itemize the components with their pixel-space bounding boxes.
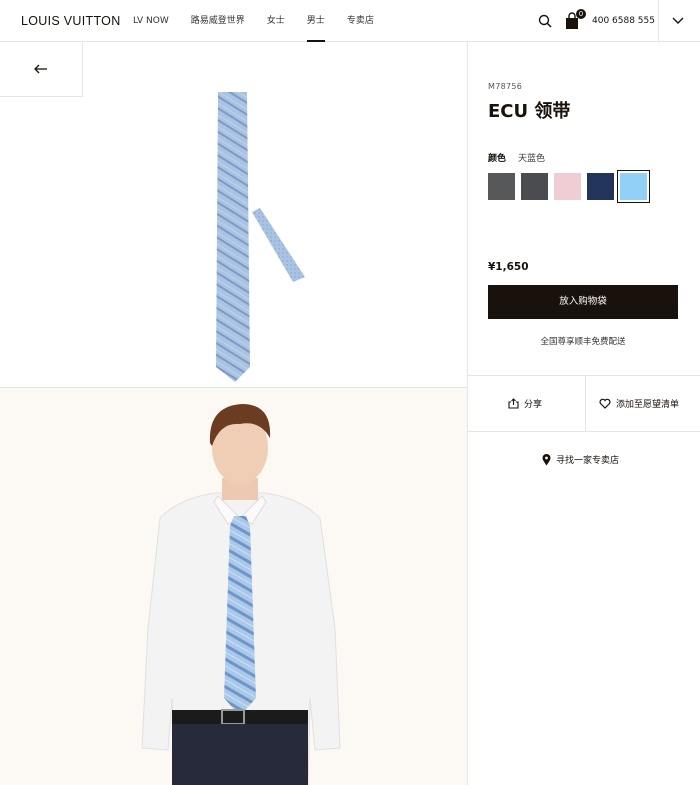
nav-men[interactable]: 男士 bbox=[306, 0, 325, 42]
divider bbox=[467, 375, 700, 376]
model-wearing-tie-image bbox=[141, 404, 341, 785]
find-store-label: 寻找一家专卖店 bbox=[556, 456, 620, 466]
color-swatches bbox=[488, 170, 653, 203]
site-header: LOUIS VUITTON LV NOW 路易威登世界 女士 男士 专卖店 0 … bbox=[0, 0, 700, 42]
swatch-grey[interactable] bbox=[488, 173, 515, 200]
product-sku: M78756 bbox=[488, 82, 523, 91]
brand-logo[interactable]: LOUIS VUITTON bbox=[21, 14, 121, 28]
search-icon[interactable] bbox=[538, 14, 552, 28]
share-icon bbox=[508, 398, 519, 409]
product-title: ECU 领带 bbox=[488, 101, 571, 122]
tie-image bbox=[216, 92, 305, 382]
header-divider bbox=[658, 0, 659, 42]
color-label: 颜色 bbox=[488, 154, 507, 164]
add-to-bag-button[interactable]: 放入购物袋 bbox=[488, 285, 678, 319]
share-label: 分享 bbox=[524, 400, 543, 410]
nav-women[interactable]: 女士 bbox=[267, 0, 285, 42]
shipping-note: 全国尊享顺丰免费配送 bbox=[540, 337, 626, 347]
panel-divider bbox=[467, 42, 468, 785]
bag-count-badge: 0 bbox=[576, 9, 586, 19]
divider bbox=[467, 431, 700, 432]
wishlist-label: 添加至愿望清单 bbox=[616, 400, 680, 410]
swatch-sky-blue[interactable] bbox=[617, 170, 650, 203]
swatch-pink[interactable] bbox=[554, 173, 581, 200]
location-pin-icon bbox=[542, 453, 551, 465]
nav-world-of-lv[interactable]: 路易威登世界 bbox=[191, 0, 245, 42]
product-price: ¥1,650 bbox=[488, 261, 529, 273]
chevron-down-icon[interactable] bbox=[672, 16, 684, 26]
wishlist-button[interactable]: 添加至愿望清单 bbox=[599, 397, 679, 410]
nav-lv-now[interactable]: LV NOW bbox=[133, 0, 169, 42]
back-button[interactable] bbox=[0, 42, 83, 97]
divider bbox=[585, 375, 586, 431]
color-value: 天蓝色 bbox=[518, 154, 546, 164]
swatch-charcoal[interactable] bbox=[521, 173, 548, 200]
swatch-navy[interactable] bbox=[587, 173, 614, 200]
product-image-model bbox=[0, 388, 467, 785]
phone-number[interactable]: 400 6588 555 bbox=[592, 16, 655, 26]
heart-icon bbox=[599, 398, 611, 409]
nav-stores[interactable]: 专卖店 bbox=[347, 0, 374, 42]
main-nav: LV NOW 路易威登世界 女士 男士 专卖店 bbox=[133, 0, 396, 42]
share-button[interactable]: 分享 bbox=[508, 397, 542, 410]
find-store-link[interactable]: 寻找一家专卖店 bbox=[542, 453, 619, 466]
arrow-left-icon bbox=[34, 64, 47, 74]
